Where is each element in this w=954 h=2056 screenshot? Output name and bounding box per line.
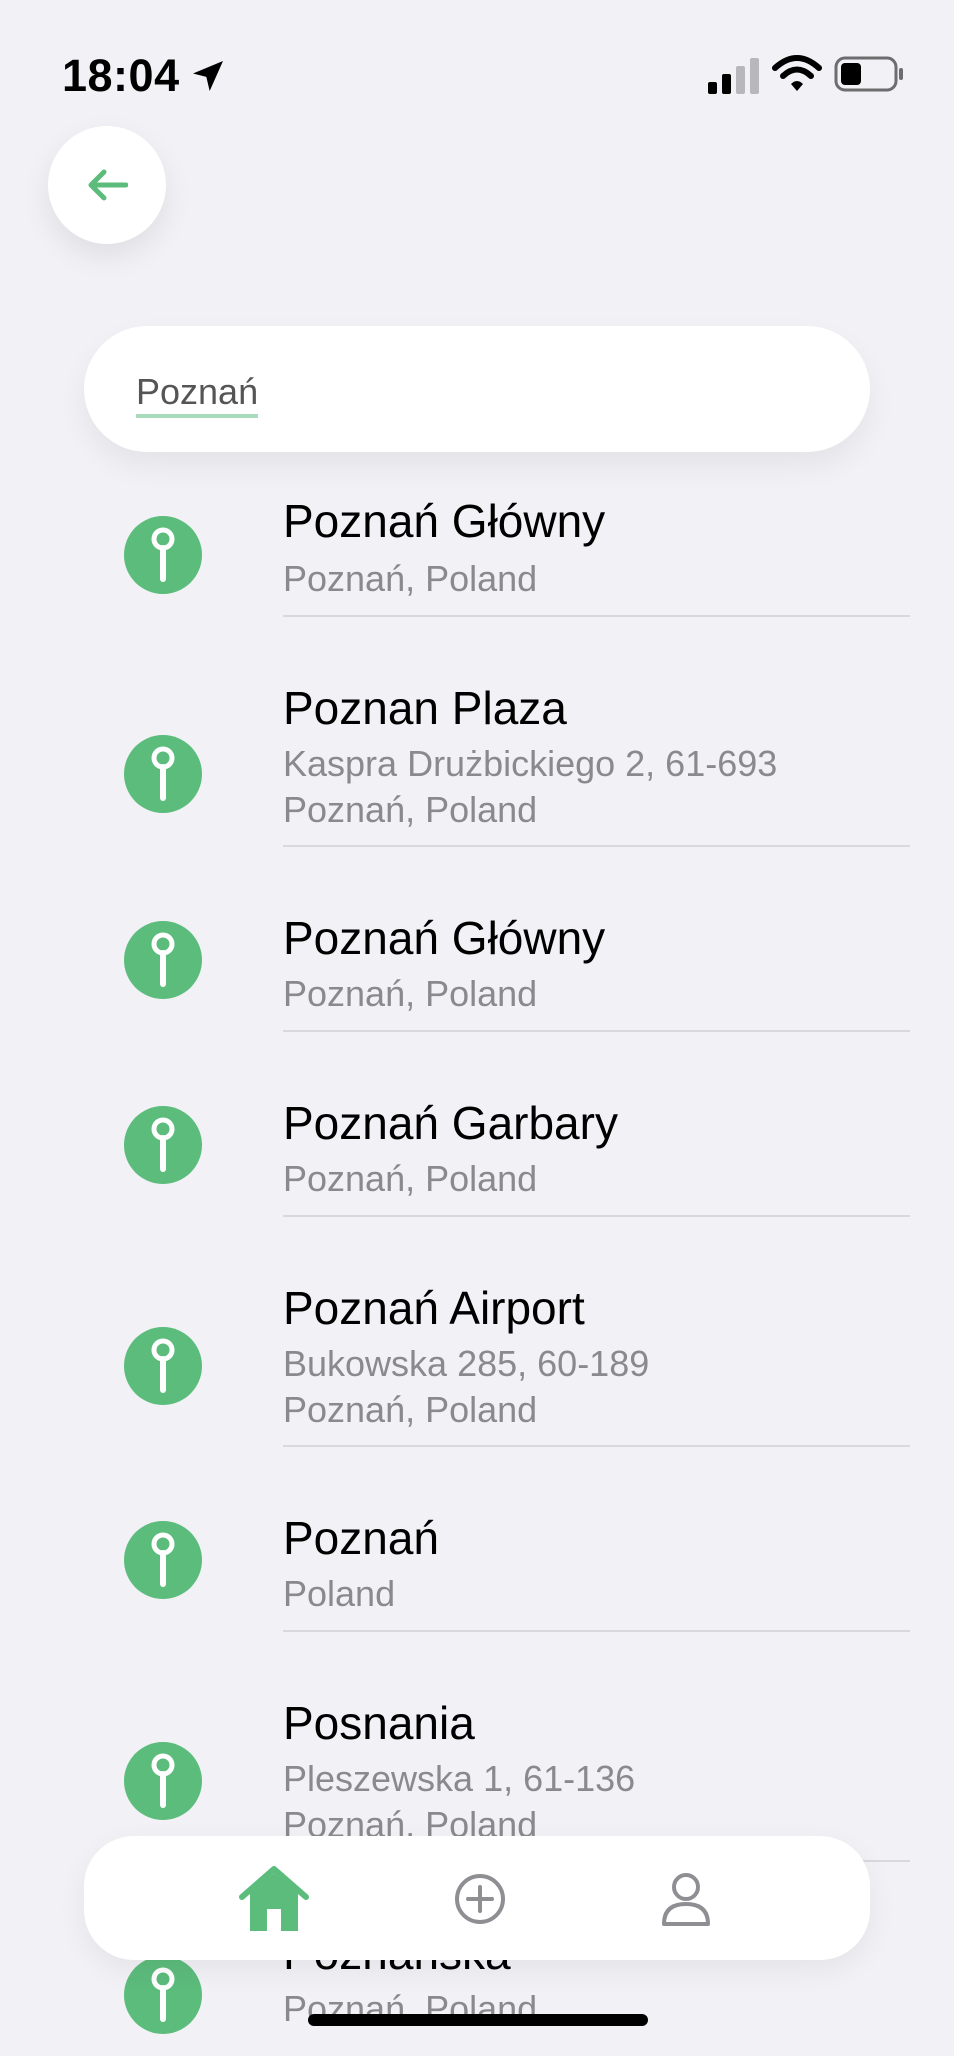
list-item[interactable]: Poznań Airport Bukowska 285, 60-189 Pozn… bbox=[0, 1217, 954, 1447]
status-bar: 18:04 bbox=[0, 0, 954, 150]
list-item-address: Poznań, Poland bbox=[283, 789, 538, 830]
list-item-title: Poznań bbox=[283, 1512, 440, 1564]
tab-home[interactable] bbox=[234, 1862, 314, 1936]
list-item-title: Poznań Garbary bbox=[283, 1097, 618, 1149]
location-pin-icon bbox=[124, 1327, 202, 1405]
list-item-address: Poland bbox=[283, 1573, 396, 1614]
location-pin-icon bbox=[124, 516, 202, 594]
location-pin-icon bbox=[124, 921, 202, 999]
add-circle-icon bbox=[455, 1874, 505, 1924]
home-indicator[interactable] bbox=[308, 2014, 648, 2026]
location-pin-icon bbox=[124, 1106, 202, 1184]
list-item-address: Pleszewska 1, 61-136 bbox=[283, 1758, 636, 1799]
list-item[interactable]: Poznań Główny Poznań, Poland bbox=[0, 847, 954, 1032]
arrow-left-icon bbox=[88, 169, 128, 201]
list-item-address: Poznań, Poland bbox=[283, 1389, 538, 1430]
list-item-title: Poznań Airport bbox=[283, 1282, 585, 1334]
list-item[interactable]: Poznań Garbary Poznań, Poland bbox=[0, 1032, 954, 1217]
search-input[interactable]: Poznań bbox=[84, 326, 870, 452]
list-item-address: Poznań, Poland bbox=[283, 973, 538, 1014]
list-item[interactable]: Poznań Poland bbox=[0, 1447, 954, 1632]
location-pin-icon bbox=[124, 1956, 202, 2034]
list-item-title: Poznan Plaza bbox=[283, 682, 567, 734]
results-list: Poznań Główny Poznań, Poland Poznan Plaz… bbox=[0, 470, 954, 2056]
battery-icon bbox=[834, 56, 903, 92]
list-item-address: Bukowska 285, 60-189 bbox=[283, 1343, 650, 1384]
list-item-title: Poznań Główny bbox=[283, 912, 606, 964]
list-item-address: Poznań, Poland bbox=[283, 1158, 538, 1199]
location-pin-icon bbox=[124, 1521, 202, 1599]
wifi-icon bbox=[772, 55, 822, 91]
search-input-value: Poznań bbox=[136, 372, 259, 418]
cellular-signal-icon bbox=[708, 58, 759, 94]
status-time: 18:04 bbox=[62, 50, 180, 101]
list-item-title: Posnania bbox=[283, 1697, 475, 1749]
list-item-address: Kaspra Drużbickiego 2, 61-693 bbox=[283, 743, 778, 784]
list-item-address: Poznań, Poland bbox=[283, 558, 538, 599]
location-pin-icon bbox=[124, 1742, 202, 1820]
list-item[interactable]: Poznań Główny Poznań, Poland bbox=[0, 470, 954, 617]
list-item[interactable]: Posnania Pleszewska 1, 61-136 Poznań, Po… bbox=[0, 1632, 954, 1862]
profile-icon bbox=[662, 1873, 710, 1926]
home-icon bbox=[239, 1866, 309, 1931]
list-item-title: Poznań Główny bbox=[283, 495, 606, 547]
tab-add[interactable] bbox=[440, 1862, 520, 1936]
list-item[interactable]: Poznan Plaza Kaspra Drużbickiego 2, 61-6… bbox=[0, 617, 954, 847]
tab-bar bbox=[84, 1836, 870, 1960]
back-button[interactable] bbox=[48, 126, 166, 244]
tab-profile[interactable] bbox=[646, 1862, 726, 1936]
location-arrow-icon bbox=[193, 61, 223, 91]
location-pin-icon bbox=[124, 735, 202, 813]
